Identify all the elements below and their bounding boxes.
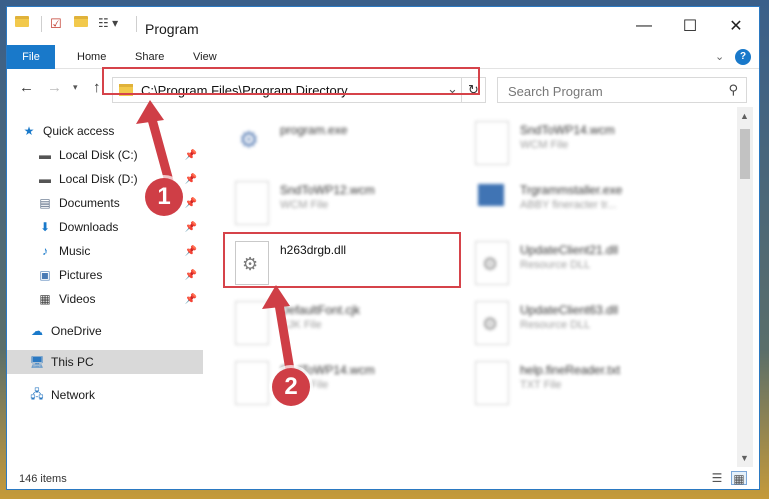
step-badge-2: 2 (272, 368, 310, 406)
annotation-arrows (136, 100, 297, 387)
step-badge-1: 1 (145, 178, 183, 216)
